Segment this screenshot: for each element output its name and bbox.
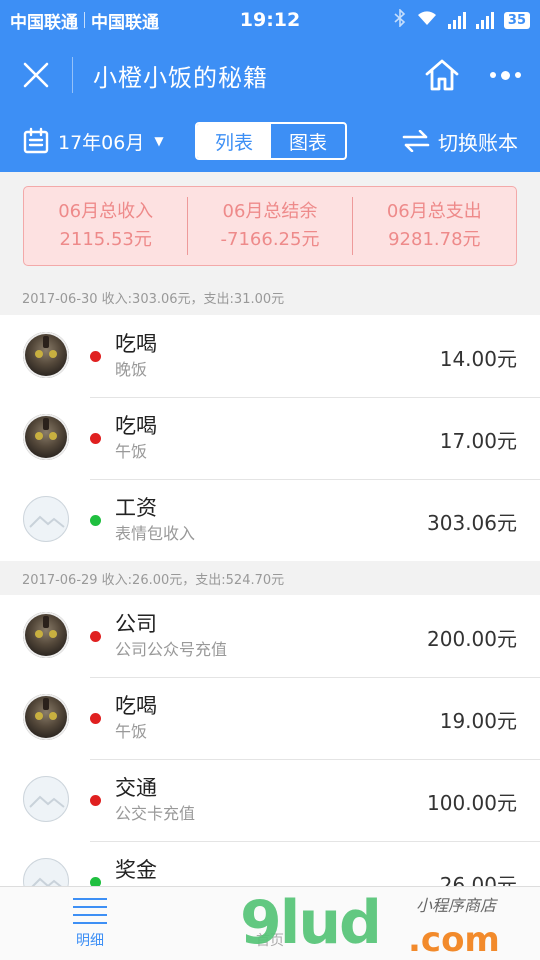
avatar [23, 414, 69, 460]
summary-label: 06月总收入 [58, 201, 154, 222]
list-item[interactable]: 吃喝午饭 17.00元 [0, 397, 540, 479]
more-button[interactable] [470, 40, 540, 110]
caret-down-icon: ▼ [154, 134, 164, 148]
signal-icon [447, 11, 466, 29]
close-icon [23, 62, 49, 88]
item-note: 公司公众号充值 [115, 640, 228, 659]
expense-dot-icon [90, 713, 101, 724]
wifi-icon [416, 10, 438, 31]
battery-indicator: 35 [503, 11, 530, 29]
placeholder-avatar [23, 776, 69, 822]
day-list: 公司公司公众号充值 200.00元 吃喝午饭 19.00元 交通公交卡充值 10… [0, 595, 540, 923]
item-category: 交通 [115, 776, 157, 800]
view-toggle: 列表 图表 [195, 122, 347, 160]
expense-dot-icon [90, 433, 101, 444]
monthly-summary: 06月总收入 2115.53元 06月总结余 -7166.25元 06月总支出 … [23, 186, 517, 266]
avatar [23, 694, 69, 740]
toolbar: 17年06月 ▼ 列表 图表 切换账本 [0, 110, 540, 172]
tab-label: 明细 [76, 932, 104, 949]
item-amount: 17.00元 [439, 429, 517, 453]
dot-icon [489, 72, 496, 78]
expense-dot-icon [90, 631, 101, 642]
tab-home[interactable]: 首页 [180, 887, 360, 960]
image-placeholder-icon [29, 795, 65, 808]
income-dot-icon [90, 515, 101, 526]
expense-dot-icon [90, 795, 101, 806]
item-note: 晚饭 [115, 360, 148, 379]
list-item[interactable]: 交通公交卡充值 100.00元 [0, 759, 540, 841]
list-item[interactable]: 公司公司公众号充值 200.00元 [0, 595, 540, 677]
day-header: 2017-06-30 收入:303.06元，支出:31.00元 [22, 291, 285, 307]
month-picker[interactable]: 17年06月 ▼ [22, 127, 164, 155]
tab-list[interactable]: 列表 [197, 124, 271, 158]
month-label: 17年06月 [58, 131, 145, 154]
carrier-divider [84, 12, 85, 28]
day-header: 2017-06-29 收入:26.00元，支出:524.70元 [22, 572, 285, 588]
header-divider [72, 57, 73, 93]
status-bar: 中国联通 中国联通 19:12 35 [0, 0, 540, 40]
switch-book-button[interactable]: 切换账本 [402, 127, 518, 156]
item-note: 公交卡充值 [115, 804, 196, 823]
summary-label: 06月总支出 [386, 201, 482, 222]
calendar-icon [23, 127, 49, 154]
item-note: 表情包收入 [115, 524, 196, 543]
item-category: 奖金 [115, 858, 157, 882]
expense-dot-icon [90, 351, 101, 362]
item-amount: 303.06元 [427, 511, 517, 535]
list-item[interactable]: 吃喝晚饭 14.00元 [0, 315, 540, 397]
item-note: 午饭 [115, 442, 148, 461]
avatar [23, 332, 69, 378]
home-button[interactable] [414, 40, 470, 110]
summary-value: 2115.53元 [59, 229, 152, 250]
item-note: 午饭 [115, 722, 148, 741]
item-amount: 19.00元 [439, 709, 517, 733]
app-header: 小橙小饭的秘籍 [0, 40, 540, 110]
page-title: 小橙小饭的秘籍 [93, 63, 268, 92]
summary-income: 06月总收入 2115.53元 [24, 198, 187, 254]
dot-icon [514, 72, 521, 78]
switch-book-label: 切换账本 [438, 130, 518, 155]
placeholder-avatar [23, 496, 69, 542]
summary-label: 06月总结余 [222, 201, 318, 222]
summary-value: -7166.25元 [220, 229, 320, 250]
dot-icon [500, 70, 510, 80]
tab-placeholder [360, 887, 540, 960]
list-icon [73, 897, 107, 924]
item-amount: 100.00元 [427, 791, 517, 815]
item-amount: 14.00元 [439, 347, 517, 371]
summary-balance: 06月总结余 -7166.25元 [188, 198, 351, 254]
home-icon [425, 59, 459, 91]
carrier-label: 中国联通 [10, 12, 78, 33]
item-category: 吃喝 [115, 332, 157, 356]
close-button[interactable] [0, 40, 72, 110]
tab-label: 首页 [256, 932, 284, 949]
tab-bar: 明细 首页 [0, 886, 540, 960]
avatar [23, 612, 69, 658]
item-category: 公司 [115, 612, 157, 636]
carrier-label-2: 中国联通 [91, 12, 159, 33]
summary-value: 9281.78元 [388, 229, 481, 250]
item-category: 吃喝 [115, 414, 157, 438]
day-list: 吃喝 晚饭 14.00元 吃喝 午饭 17.00元 工资 表情包收入 303.06元 [0, 315, 540, 561]
switch-arrows-icon [402, 130, 430, 152]
item-amount: 200.00元 [427, 627, 517, 651]
item-category: 吃喝 [115, 694, 157, 718]
tab-chart[interactable]: 图表 [271, 124, 345, 158]
tab-details[interactable]: 明细 [0, 887, 180, 960]
bluetooth-icon [394, 7, 406, 32]
list-item[interactable]: 工资表情包收入 303.06元 [0, 479, 540, 561]
image-placeholder-icon [29, 515, 65, 528]
list-item[interactable]: 吃喝午饭 19.00元 [0, 677, 540, 759]
summary-expense: 06月总支出 9281.78元 [353, 198, 516, 254]
item-category: 工资 [115, 496, 157, 520]
signal-icon-2 [475, 11, 494, 29]
